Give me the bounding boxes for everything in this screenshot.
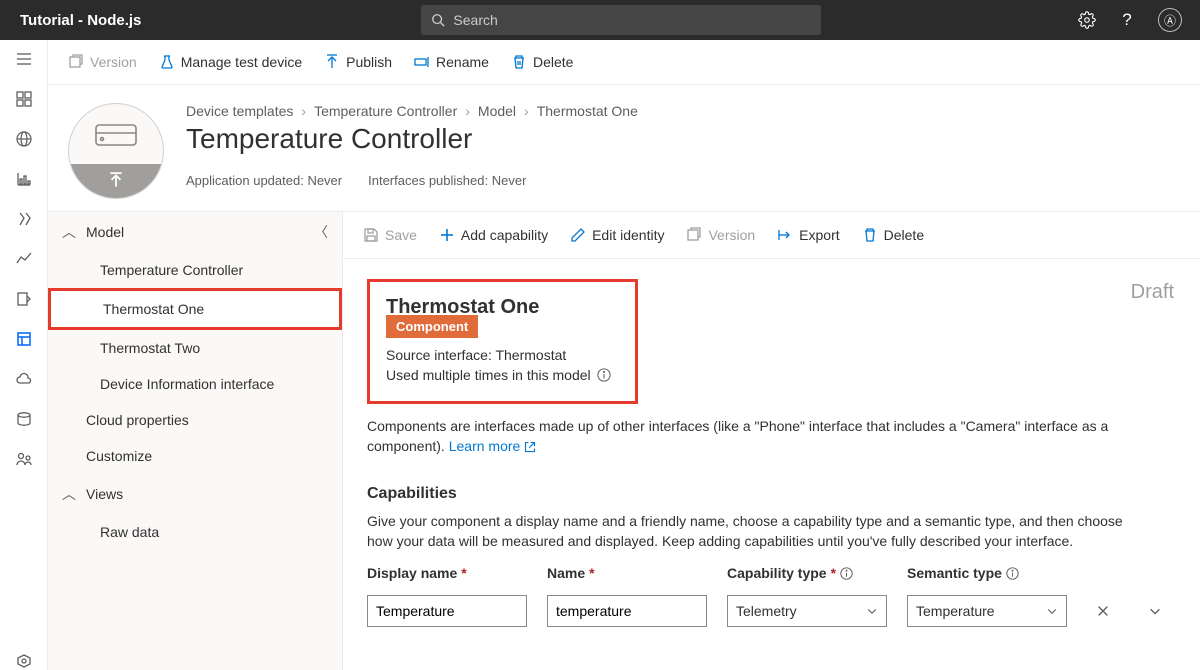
save-icon bbox=[363, 227, 379, 243]
plus-icon bbox=[439, 227, 455, 243]
version-icon bbox=[68, 54, 84, 70]
version-icon bbox=[686, 227, 702, 243]
info-icon[interactable] bbox=[840, 567, 853, 580]
capabilities-description: Give your component a display name and a… bbox=[367, 511, 1147, 552]
export-icon bbox=[777, 227, 793, 243]
gear-icon[interactable] bbox=[1078, 11, 1096, 29]
dashboard-icon[interactable] bbox=[15, 90, 33, 108]
delete-button[interactable]: Delete bbox=[511, 54, 573, 70]
admin-icon[interactable] bbox=[15, 450, 33, 468]
external-link-icon bbox=[524, 441, 536, 453]
cloud-icon[interactable] bbox=[15, 370, 33, 388]
chevron-down-icon bbox=[1148, 604, 1162, 618]
tree-item[interactable]: Cloud properties bbox=[48, 402, 342, 438]
tree-item[interactable]: Temperature Controller bbox=[48, 252, 342, 288]
display-name-input[interactable] bbox=[367, 595, 527, 627]
model-tree: ︿ Model 〈 Temperature Controller Thermos… bbox=[48, 211, 343, 670]
trash-icon bbox=[511, 54, 527, 70]
component-badge: Component bbox=[386, 315, 478, 338]
tree-item[interactable]: Raw data bbox=[48, 514, 342, 550]
search-placeholder: Search bbox=[453, 12, 497, 28]
jobs-icon[interactable] bbox=[15, 290, 33, 308]
edit-identity-button[interactable]: Edit identity bbox=[570, 227, 664, 243]
pencil-icon bbox=[570, 227, 586, 243]
add-capability-button[interactable]: Add capability bbox=[439, 227, 548, 243]
capability-type-select[interactable]: Telemetry bbox=[727, 595, 887, 627]
views-section[interactable]: ︿ Views bbox=[48, 474, 342, 514]
version-button-sub[interactable]: Version bbox=[686, 227, 755, 243]
capability-labels-row: Display name * Name * Capability type * … bbox=[367, 565, 1176, 581]
top-bar: Tutorial - Node.js Search ? Ⓐ bbox=[0, 0, 1200, 40]
device-template-icon bbox=[68, 103, 164, 199]
learn-more-link[interactable]: Learn more bbox=[449, 438, 536, 454]
analytics-icon[interactable] bbox=[15, 250, 33, 268]
nav-rail bbox=[0, 40, 48, 670]
hamburger-icon[interactable] bbox=[15, 50, 33, 68]
tree-item[interactable]: Device Information interface bbox=[48, 366, 342, 402]
breadcrumb-item[interactable]: Temperature Controller bbox=[314, 103, 457, 119]
chevron-up-icon: ︿ bbox=[62, 484, 76, 504]
name-input[interactable] bbox=[547, 595, 707, 627]
command-bar: Version Manage test device Publish Renam… bbox=[48, 40, 1200, 85]
export-button[interactable]: Export bbox=[777, 227, 839, 243]
breadcrumb-item[interactable]: Device templates bbox=[186, 103, 293, 119]
manage-test-device-button[interactable]: Manage test device bbox=[159, 54, 302, 70]
settings-icon[interactable] bbox=[15, 652, 33, 670]
flask-icon bbox=[159, 54, 175, 70]
publish-icon bbox=[324, 54, 340, 70]
page-title: Temperature Controller bbox=[186, 123, 638, 155]
expand-capability-button[interactable] bbox=[1139, 595, 1171, 627]
publish-button[interactable]: Publish bbox=[324, 54, 392, 70]
semantic-type-select[interactable]: Temperature bbox=[907, 595, 1067, 627]
close-icon bbox=[1096, 604, 1110, 618]
save-button[interactable]: Save bbox=[363, 227, 417, 243]
chevron-down-icon bbox=[866, 605, 878, 617]
trash-icon bbox=[862, 227, 878, 243]
component-header-highlight: Thermostat One Component Source interfac… bbox=[367, 279, 638, 404]
breadcrumb-item[interactable]: Thermostat One bbox=[537, 103, 638, 119]
search-box[interactable]: Search bbox=[421, 5, 821, 35]
capabilities-heading: Capabilities bbox=[367, 485, 1176, 503]
remove-capability-button[interactable] bbox=[1087, 595, 1119, 627]
breadcrumb-item[interactable]: Model bbox=[478, 103, 516, 119]
globe-icon[interactable] bbox=[15, 130, 33, 148]
data-icon[interactable] bbox=[15, 410, 33, 428]
rename-button[interactable]: Rename bbox=[414, 54, 489, 70]
version-button[interactable]: Version bbox=[68, 54, 137, 70]
templates-icon[interactable] bbox=[15, 330, 33, 348]
info-icon[interactable] bbox=[1006, 567, 1019, 580]
chevron-up-icon: ︿ bbox=[62, 222, 76, 242]
help-icon[interactable]: ? bbox=[1118, 11, 1136, 29]
used-multiple-text: Used multiple times in this model bbox=[386, 367, 591, 383]
chevron-down-icon bbox=[1046, 605, 1058, 617]
component-description: Components are interfaces made up of oth… bbox=[367, 416, 1147, 457]
rename-icon bbox=[414, 54, 430, 70]
search-icon bbox=[431, 13, 445, 27]
delete-button-sub[interactable]: Delete bbox=[862, 227, 924, 243]
info-icon[interactable] bbox=[597, 368, 611, 382]
status-badge: Draft bbox=[1131, 281, 1174, 304]
collapse-icon[interactable]: 〈 bbox=[314, 222, 328, 242]
capability-row: Telemetry Temperature bbox=[367, 595, 1176, 627]
rules-icon[interactable] bbox=[15, 210, 33, 228]
app-title: Tutorial - Node.js bbox=[0, 12, 161, 29]
model-section[interactable]: ︿ Model 〈 bbox=[48, 212, 342, 252]
chart-icon[interactable] bbox=[15, 170, 33, 188]
tree-item[interactable]: Customize bbox=[48, 438, 342, 474]
breadcrumb: Device templates› Temperature Controller… bbox=[186, 103, 638, 119]
tree-item[interactable]: Thermostat Two bbox=[48, 330, 342, 366]
source-interface-text: Source interface: Thermostat bbox=[386, 347, 619, 363]
tree-item-selected[interactable]: Thermostat One bbox=[48, 288, 342, 330]
sub-command-bar: Save Add capability Edit identity Versio… bbox=[343, 211, 1200, 259]
avatar[interactable]: Ⓐ bbox=[1158, 8, 1182, 32]
